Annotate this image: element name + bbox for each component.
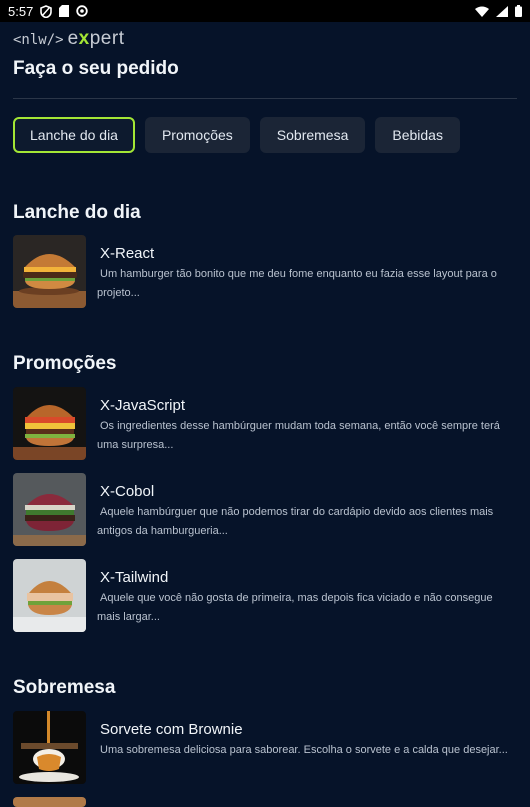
product-item-sorvete-com-brownie[interactable]: Sorvete com Brownie Uma sobremesa delici… (13, 711, 517, 785)
product-description: Aquele que você não gosta de primeira, m… (97, 592, 493, 623)
product-description: Aquele hambúrguer que não podemos tirar … (97, 506, 494, 537)
product-image-partial[interactable] (13, 797, 86, 807)
product-description: Um hamburger tão bonito que me deu fome … (97, 268, 497, 299)
status-bar: 5:57 (0, 0, 530, 22)
app-logo: <nlw/> expert (13, 28, 124, 50)
product-item-x-cobol[interactable]: X-Cobol Aquele hambúrguer que não podemo… (13, 473, 517, 547)
shield-icon (40, 4, 53, 18)
category-tabs: Lanche do dia Promoções Sobremesa Bebida… (13, 117, 460, 153)
app-screen: 5:57 <nlw/> expert Faça o seu pedido Lan… (0, 0, 530, 807)
status-left: 5:57 (8, 3, 89, 19)
tab-bebidas[interactable]: Bebidas (375, 117, 460, 153)
product-image-sorvete-com-brownie (13, 711, 86, 784)
product-name: Sorvete com Brownie (100, 721, 243, 738)
section-title-lanche-do-dia: Lanche do dia (13, 202, 141, 223)
product-image-x-tailwind (13, 559, 86, 632)
section-title-promocoes: Promoções (13, 353, 117, 374)
product-item-x-javascript[interactable]: X-JavaScript Os ingredientes desse hambú… (13, 387, 517, 461)
product-item-x-tailwind[interactable]: X-Tailwind Aquele que você não gosta de … (13, 559, 517, 633)
logo-expert-x: x (78, 28, 90, 49)
wifi-icon (475, 6, 489, 17)
signal-icon (496, 5, 508, 17)
product-name: X-React (100, 245, 155, 262)
product-description: Uma sobremesa deliciosa para saborear. E… (100, 744, 508, 756)
tab-lanche-do-dia[interactable]: Lanche do dia (13, 117, 135, 153)
sd-card-icon (59, 5, 70, 17)
sync-icon (76, 5, 89, 17)
logo-expert-text: expert (68, 28, 125, 50)
product-name: X-JavaScript (100, 397, 186, 414)
logo-nlw-text: <nlw/> (13, 32, 64, 48)
product-description: Os ingredientes desse hambúrguer mudam t… (97, 420, 500, 451)
logo-expert-e: e (67, 28, 79, 49)
section-title-sobremesa: Sobremesa (13, 677, 116, 698)
tab-sobremesa[interactable]: Sobremesa (259, 117, 366, 153)
status-time: 5:57 (8, 3, 34, 19)
logo-expert-rest: pert (89, 28, 125, 49)
product-image-x-react (13, 235, 86, 308)
battery-icon (515, 5, 522, 17)
status-right (475, 5, 522, 17)
product-item-x-react[interactable]: X-React Um hamburger tão bonito que me d… (13, 235, 517, 309)
page-title: Faça o seu pedido (13, 58, 179, 79)
product-name: X-Cobol (100, 483, 155, 500)
header-divider (13, 98, 517, 99)
tab-promocoes[interactable]: Promoções (144, 117, 250, 153)
product-name: X-Tailwind (100, 569, 169, 586)
product-image-x-cobol (13, 473, 86, 546)
product-image-x-javascript (13, 387, 86, 460)
